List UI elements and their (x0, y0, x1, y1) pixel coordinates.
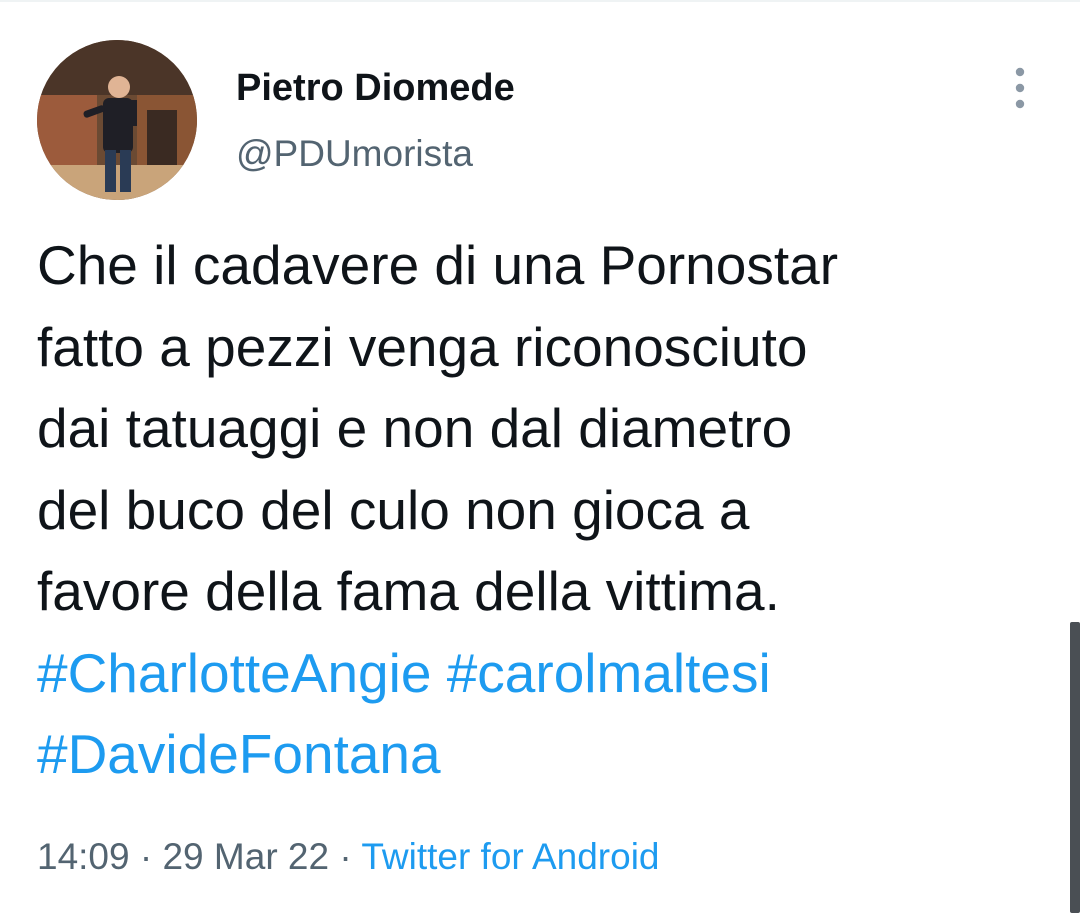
meta-separator: · (339, 836, 352, 877)
hashtag-link[interactable]: #CharlotteAngie (37, 642, 431, 704)
hashtag-line: #DavideFontana (37, 714, 1037, 796)
avatar[interactable] (37, 40, 197, 200)
author-handle[interactable]: @PDUmorista (236, 130, 473, 178)
hashtag-link[interactable]: #carolmaltesi (447, 642, 771, 704)
top-divider (0, 0, 1080, 2)
tweet-text-line: favore della fama della vittima. (37, 560, 780, 622)
tweet-time[interactable]: 14:09 (37, 836, 130, 877)
tweet-text-line: fatto a pezzi venga riconosciuto (37, 315, 808, 378)
tweet-text: Che il cadavere di una Pornostar fatto a… (37, 225, 1037, 796)
author-display-name[interactable]: Pietro Diomede (236, 64, 515, 112)
scrollbar-thumb[interactable] (1070, 622, 1080, 913)
tweet-text-line: dai tatuaggi e non dal diametro (37, 397, 793, 459)
tweet-text-line: del buco del culo non gioca a (37, 478, 750, 541)
meta-separator: · (139, 836, 153, 877)
more-vertical-icon (1015, 67, 1025, 109)
tweet-text-line: Che il cadavere di una Pornostar (37, 234, 839, 296)
more-options-button[interactable] (1002, 62, 1038, 114)
tweet-meta: 14:09 · 29 Mar 22 · Twitter for Android (37, 832, 660, 882)
tweet-source-link[interactable]: Twitter for Android (361, 836, 659, 877)
tweet-date[interactable]: 29 Mar 22 (162, 836, 329, 877)
avatar-photo (37, 40, 197, 200)
hashtag-link[interactable]: #DavideFontana (37, 723, 441, 785)
hashtag-line: #CharlotteAngie #carolmaltesi (37, 633, 1037, 715)
